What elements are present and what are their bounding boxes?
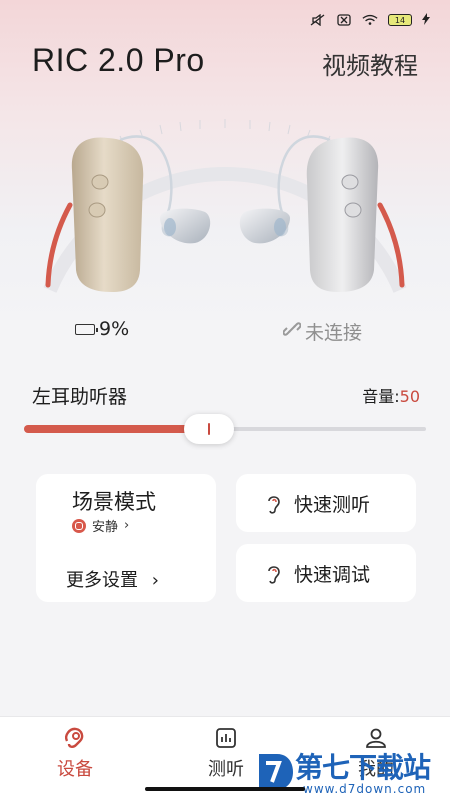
slider-fill (24, 425, 209, 433)
quick-test-button[interactable]: 快速测听 (236, 474, 416, 532)
right-status-text: 未连接 (305, 322, 363, 344)
chevron-right-icon: › (151, 570, 159, 591)
hearing-aid-icon (65, 727, 84, 748)
more-settings-link[interactable]: 更多设置 › (66, 566, 159, 592)
mute-icon (310, 14, 326, 26)
tab-device[interactable]: 设备 (35, 725, 115, 781)
watermark-url: www.d7down.com (303, 782, 427, 796)
sim-off-icon (336, 14, 352, 26)
home-indicator (145, 787, 305, 791)
page-title: RIC 2.0 Pro (32, 42, 205, 78)
more-settings-label: 更多设置 (66, 570, 138, 591)
current-scene[interactable]: 安静 › (72, 516, 129, 535)
quick-tune-button[interactable]: 快速调试 (236, 544, 416, 602)
tab-test-label: 测听 (208, 759, 244, 780)
current-scene-label: 安静 (92, 520, 119, 535)
right-connection-status[interactable]: 未连接 (282, 318, 363, 345)
volume-label-text: 音量: (362, 387, 400, 406)
hearing-aids-illustration (43, 119, 407, 293)
watermark: 第七下载站 www.d7down.com (255, 746, 450, 800)
status-bar: 14 (310, 10, 430, 30)
chart-icon (216, 728, 236, 748)
left-battery-status: 9% (75, 318, 129, 340)
ear-icon (268, 565, 280, 584)
wifi-icon (362, 14, 378, 26)
scene-mode-card[interactable]: 场景模式 安静 › 更多设置 › (36, 474, 216, 602)
quick-test-label: 快速测听 (294, 494, 371, 516)
link-broken-icon (282, 320, 302, 343)
volume-value: 50 (399, 387, 420, 406)
volume-slider[interactable] (24, 414, 426, 446)
ear-icon (268, 495, 280, 514)
quiet-scene-icon (72, 518, 86, 533)
volume-readout: 音量:50 (362, 383, 420, 407)
video-tutorial-link[interactable]: 视频教程 (322, 46, 418, 81)
charging-icon (422, 12, 430, 28)
battery-icon: 14 (388, 14, 412, 26)
left-battery-percent: 9% (99, 318, 130, 340)
quick-tune-label: 快速调试 (294, 564, 371, 586)
watermark-brand: 第七下载站 (295, 751, 431, 784)
chevron-right-icon: › (124, 518, 130, 533)
battery-icon (75, 323, 98, 335)
tab-device-label: 设备 (57, 759, 93, 780)
device-label: 左耳助听器 (32, 386, 128, 408)
battery-level: 14 (394, 15, 406, 25)
tab-test[interactable]: 测听 (186, 725, 266, 781)
scene-mode-title: 场景模式 (72, 490, 156, 514)
slider-thumb[interactable] (183, 414, 234, 444)
